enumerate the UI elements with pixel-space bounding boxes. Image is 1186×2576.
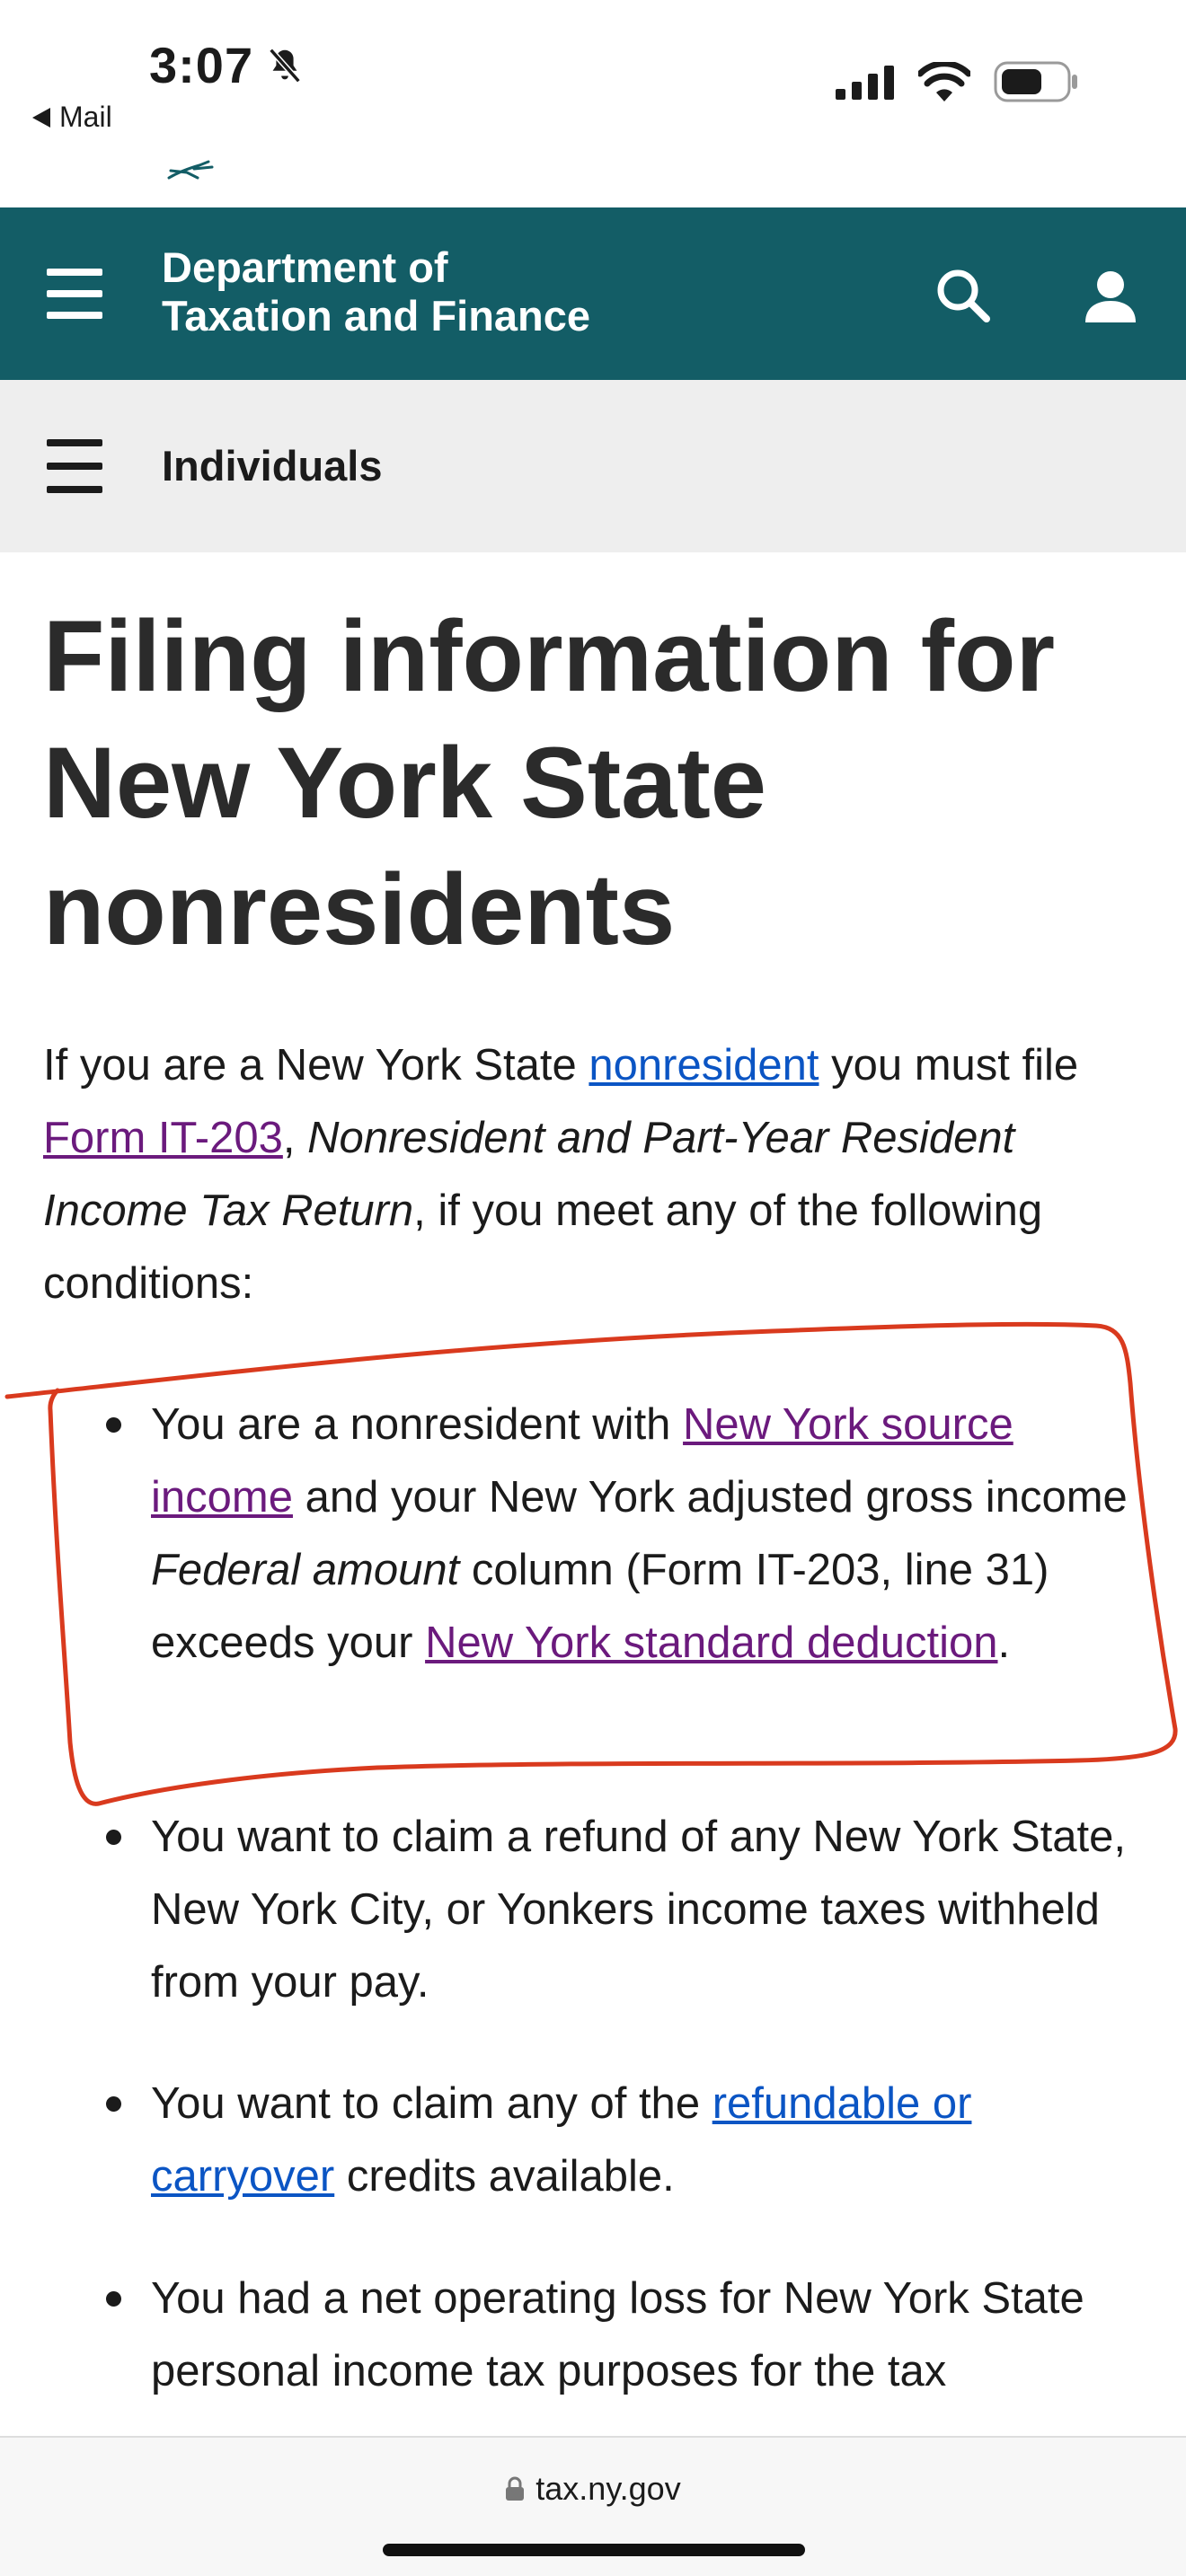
- bullet-dot: [106, 2096, 121, 2112]
- agency-name-line2: Taxation and Finance: [162, 292, 591, 340]
- account-button[interactable]: [1075, 263, 1146, 335]
- condition-item: You want to claim any of the refundable …: [106, 2068, 1148, 2213]
- back-triangle-icon: [32, 107, 50, 128]
- status-bar: 3:07 Mail: [0, 0, 1186, 153]
- ny-logo-icon: [167, 160, 214, 180]
- condition-item: You want to claim a refund of any New Yo…: [106, 1801, 1148, 2019]
- silent-bell-icon: [269, 48, 301, 83]
- menu-bar: [47, 486, 102, 493]
- menu-bar: [47, 312, 102, 319]
- section-menu-button[interactable]: [47, 439, 102, 495]
- main-menu-button[interactable]: [47, 269, 102, 319]
- back-to-mail-button[interactable]: Mail: [32, 101, 112, 134]
- condition-text: You had a net operating loss for New Yor…: [151, 2274, 1084, 2395]
- section-title[interactable]: Individuals: [162, 441, 383, 490]
- bullet-dot: [106, 2291, 121, 2307]
- menu-bar: [47, 463, 102, 470]
- browser-url-bar[interactable]: tax.ny.gov: [0, 2436, 1186, 2576]
- condition-text: and your New York adjusted gross income: [292, 1473, 1128, 1522]
- menu-bar: [47, 269, 102, 276]
- battery-icon: [994, 61, 1077, 102]
- status-icons: [836, 61, 1078, 102]
- wifi-icon: [918, 62, 970, 101]
- url-display[interactable]: tax.ny.gov: [0, 2470, 1186, 2508]
- agency-name-link[interactable]: Department of Taxation and Finance: [162, 243, 590, 340]
- condition-text: .: [997, 1619, 1011, 1667]
- user-icon: [1085, 271, 1136, 322]
- bullet-dot: [106, 1417, 121, 1433]
- intro-text: you must file: [819, 1041, 1079, 1090]
- page-title: Filing information for New York State no…: [43, 600, 1056, 966]
- condition-item: You had a net operating loss for New Yor…: [106, 2263, 1148, 2408]
- search-icon: [937, 269, 990, 322]
- url-text: tax.ny.gov: [535, 2470, 681, 2507]
- intro-text: ,: [282, 1114, 308, 1162]
- menu-bar: [47, 290, 102, 297]
- intro-text: If you are a New York State: [43, 1041, 589, 1090]
- cellular-signal-icon: [836, 66, 894, 100]
- back-to-mail-label: Mail: [59, 101, 112, 133]
- section-nav: Individuals: [0, 380, 1186, 552]
- lock-icon: [506, 2476, 525, 2501]
- menu-bar: [47, 439, 102, 446]
- clock-time: 3:07: [149, 37, 254, 93]
- agency-name-line1: Department of: [162, 243, 448, 291]
- nonresident-link[interactable]: nonresident: [589, 1041, 819, 1090]
- home-indicator[interactable]: [383, 2544, 805, 2556]
- clock: 3:07: [149, 36, 305, 94]
- condition-text: You are a nonresident with: [151, 1400, 684, 1449]
- condition-text: You want to claim any of the: [151, 2079, 712, 2128]
- condition-item: You are a nonresident with New York sour…: [106, 1389, 1148, 1680]
- bullet-dot: [106, 1830, 121, 1845]
- ny-standard-deduction-link[interactable]: New York standard deduction: [425, 1619, 997, 1667]
- intro-paragraph: If you are a New York State nonresident …: [43, 1029, 1157, 1320]
- search-button[interactable]: [931, 263, 996, 328]
- condition-text: credits available.: [334, 2152, 675, 2201]
- condition-text: You want to claim a refund of any New Yo…: [151, 1813, 1127, 2007]
- agency-header: Department of Taxation and Finance: [0, 207, 1186, 380]
- federal-amount-text: Federal amount: [151, 1546, 460, 1594]
- form-it-203-link[interactable]: Form IT-203: [43, 1114, 283, 1162]
